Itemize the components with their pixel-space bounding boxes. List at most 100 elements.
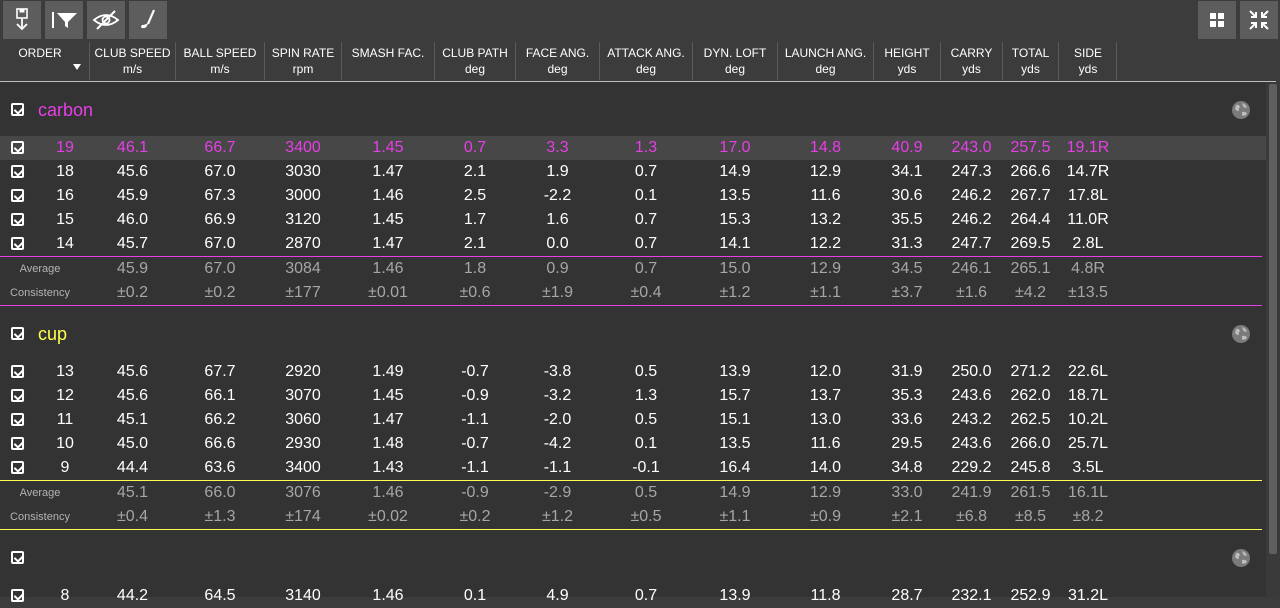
table-row[interactable]: 14 45.7 67.0 2870 1.47 2.1 0.0 0.7 14.1 12.2 31.3 2… [0, 232, 1266, 256]
stat-launch_ang: ±0.9 [809, 508, 842, 525]
column-header-launch_ang[interactable]: LAUNCH ANG. deg [778, 43, 873, 81]
globe-icon[interactable] [1231, 324, 1251, 344]
cell-ball_speed: 67.3 [204, 187, 236, 204]
group-divider [0, 529, 1262, 530]
filter-button[interactable] [45, 1, 83, 39]
column-separator [264, 42, 265, 80]
group-name[interactable]: cup [38, 323, 67, 345]
table-row[interactable]: 13 45.6 67.7 2920 1.49 -0.7 -3.8 0.5 13.9 12.0 31.… [0, 360, 1266, 384]
cell-spin_rate: 2920 [285, 363, 321, 380]
row-checkbox[interactable] [11, 189, 24, 202]
cell-spin_rate: 3120 [285, 211, 321, 228]
cell-order: 12 [56, 387, 74, 404]
stat-ball_speed: 66.0 [204, 484, 236, 501]
stat-face_ang: ±1.9 [541, 284, 574, 301]
column-header-unit: yds [1078, 62, 1098, 76]
group-checkbox[interactable] [11, 327, 24, 340]
table-row[interactable]: 8 44.2 64.5 3140 1.46 0.1 4.9 0.7 13.9 11.8 28.7 23… [0, 584, 1266, 608]
column-header-total[interactable]: TOTAL yds [1003, 43, 1058, 81]
cell-dyn_loft: 13.9 [719, 587, 751, 604]
row-checkbox[interactable] [11, 461, 24, 474]
stat-attack_ang: ±0.4 [630, 284, 662, 301]
globe-icon[interactable] [1231, 100, 1251, 120]
table-row[interactable]: 11 45.1 66.2 3060 1.47 -1.1 -2.0 0.5 15.1 13.0 33.… [0, 408, 1266, 432]
cell-attack_ang: -0.1 [632, 459, 660, 476]
cell-total: 269.5 [1010, 235, 1051, 252]
save-export-button[interactable] [3, 1, 41, 39]
row-checkbox[interactable] [11, 413, 24, 426]
column-header-order[interactable]: ORDER [0, 43, 80, 81]
group-divider [0, 305, 1262, 306]
column-header-unit: deg [724, 62, 746, 76]
cell-club_path: 1.7 [463, 211, 487, 228]
cell-club_speed: 45.1 [116, 411, 149, 428]
row-checkbox[interactable] [11, 589, 24, 602]
row-checkbox[interactable] [11, 389, 24, 402]
row-checkbox[interactable] [11, 437, 24, 450]
row-checkbox[interactable] [11, 165, 24, 178]
column-header-height[interactable]: HEIGHT yds [874, 43, 940, 81]
cell-order: 9 [60, 459, 70, 476]
globe-icon[interactable] [1231, 548, 1251, 568]
table-row[interactable]: 18 45.6 67.0 3030 1.47 2.1 1.9 0.7 14.9 12.9 34.1 2… [0, 160, 1266, 184]
row-checkbox[interactable] [11, 141, 24, 154]
group-checkbox[interactable] [11, 103, 24, 116]
column-header-label: CARRY [950, 46, 993, 60]
row-checkbox[interactable] [11, 213, 24, 226]
column-separator [341, 42, 342, 80]
table-row[interactable]: 15 46.0 66.9 3120 1.45 1.7 1.6 0.7 15.3 13.2 35.5 2… [0, 208, 1266, 232]
cell-ball_speed: 66.9 [204, 211, 236, 228]
column-header-carry[interactable]: CARRY yds [941, 43, 1002, 81]
cell-club_speed: 46.0 [116, 211, 149, 228]
column-header-club_path[interactable]: CLUB PATH deg [435, 43, 515, 81]
table-row[interactable]: 12 45.6 66.1 3070 1.45 -0.9 -3.2 1.3 15.7 13.7 35.… [0, 384, 1266, 408]
stat-side: ±8.2 [1072, 508, 1104, 525]
grid-view-button[interactable] [1198, 1, 1236, 39]
cell-attack_ang: 0.5 [634, 411, 658, 428]
column-header-ball_speed[interactable]: BALL SPEED m/s [176, 43, 264, 81]
column-header-dyn_loft[interactable]: DYN. LOFT deg [693, 43, 777, 81]
cell-dyn_loft: 14.9 [719, 163, 751, 180]
column-header-club_speed[interactable]: CLUB SPEED m/s [90, 43, 175, 81]
cell-club_path: -0.7 [461, 363, 489, 380]
stat-carry: 241.9 [951, 484, 992, 501]
stat-attack_ang: ±0.5 [630, 508, 662, 525]
group-checkbox[interactable] [11, 551, 24, 564]
cell-ball_speed: 66.7 [204, 139, 236, 156]
club-button[interactable] [129, 1, 167, 39]
column-header-spin_rate[interactable]: SPIN RATE rpm [265, 43, 341, 81]
column-header-unit: rpm [292, 62, 314, 76]
compress-button[interactable] [1240, 1, 1278, 39]
table-row[interactable]: 16 45.9 67.3 3000 1.46 2.5 -2.2 0.1 13.5 11.6 30.6… [0, 184, 1266, 208]
stat-club_path: -0.9 [461, 484, 489, 501]
scrollbar-thumb[interactable] [1269, 84, 1277, 554]
column-separator [1002, 42, 1003, 80]
cell-order: 14 [56, 235, 74, 252]
column-header-smash[interactable]: SMASH FAC. [342, 43, 434, 81]
column-header-side[interactable]: SIDE yds [1059, 43, 1117, 81]
table-row[interactable]: 10 45.0 66.6 2930 1.48 -0.7 -4.2 0.1 13.5 11.6 29.… [0, 432, 1266, 456]
hide-button[interactable] [87, 1, 125, 39]
column-header-label: ATTACK ANG. [607, 46, 685, 60]
table-row[interactable]: 19 46.1 66.7 3400 1.45 0.7 3.3 1.3 17.0 14.8 40.9 2… [0, 136, 1266, 160]
cell-face_ang: 0.0 [546, 235, 569, 252]
cell-order: 13 [56, 363, 74, 380]
group-name[interactable]: carbon [38, 99, 93, 121]
cell-height: 31.9 [891, 363, 923, 380]
column-header-attack_ang[interactable]: ATTACK ANG. deg [600, 43, 692, 81]
cell-club_path: 0.7 [463, 139, 487, 156]
cell-side: 18.7L [1067, 387, 1109, 404]
stat-attack_ang: 0.7 [634, 260, 658, 277]
cell-total: 252.9 [1010, 587, 1051, 604]
column-header-face_ang[interactable]: FACE ANG. deg [516, 43, 599, 81]
row-checkbox[interactable] [11, 365, 24, 378]
stat-launch_ang: ±1.1 [809, 284, 842, 301]
cell-spin_rate: 2870 [285, 235, 321, 252]
row-checkbox[interactable] [11, 237, 24, 250]
table-row[interactable]: 9 44.4 63.6 3400 1.43 -1.1 -1.1 -0.1 16.4 14.0 34.… [0, 456, 1266, 480]
save-export-icon [16, 8, 28, 31]
cell-smash: 1.45 [372, 387, 404, 404]
cell-smash: 1.47 [372, 235, 404, 252]
cell-carry: 247.3 [951, 163, 992, 180]
cell-smash: 1.47 [372, 411, 404, 428]
